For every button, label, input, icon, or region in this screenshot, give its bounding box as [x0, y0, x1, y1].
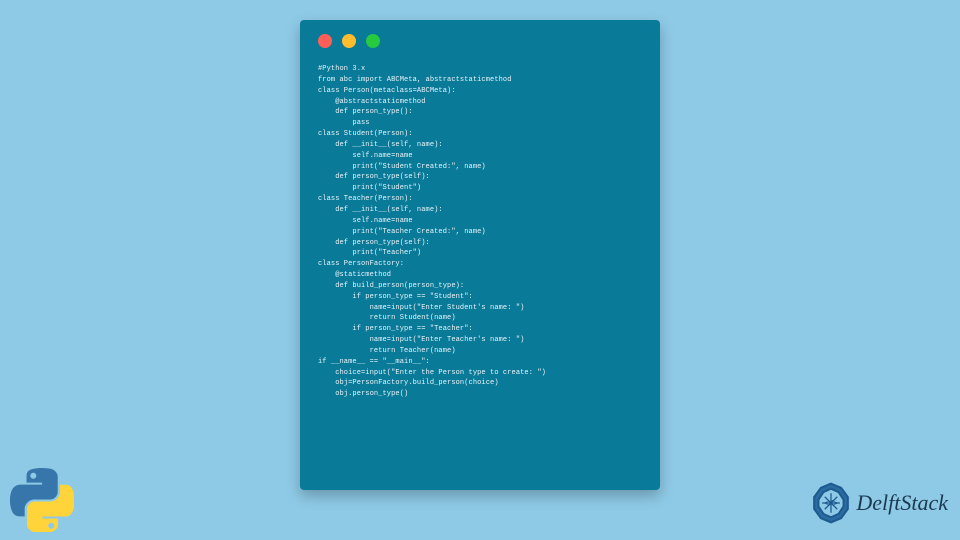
- code-window: #Python 3.x from abc import ABCMeta, abs…: [300, 20, 660, 490]
- brand-name: DelftStack: [856, 490, 948, 516]
- python-logo-icon: [10, 468, 74, 532]
- maximize-icon: [366, 34, 380, 48]
- minimize-icon: [342, 34, 356, 48]
- window-controls: [318, 34, 642, 48]
- gear-icon: </>: [810, 482, 852, 524]
- delftstack-logo: </> DelftStack: [810, 482, 948, 524]
- svg-text:</>: </>: [825, 501, 839, 509]
- code-block: #Python 3.x from abc import ABCMeta, abs…: [318, 64, 642, 400]
- close-icon: [318, 34, 332, 48]
